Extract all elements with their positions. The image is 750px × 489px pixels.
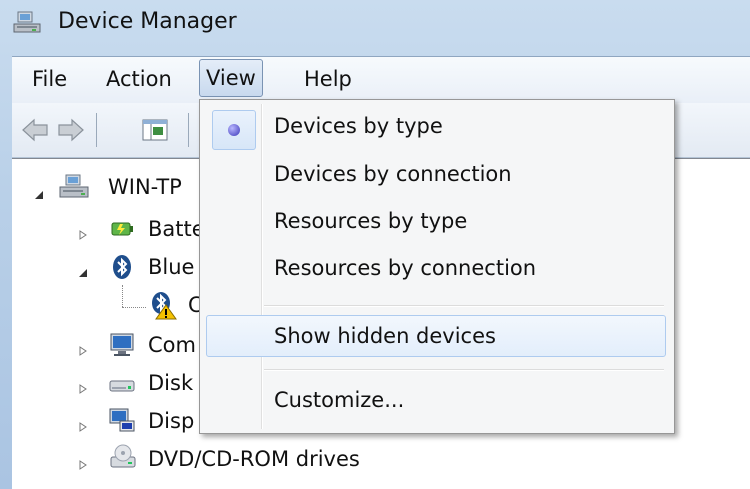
menu-item-label: Devices by connection	[274, 162, 512, 186]
expand-triangle-icon[interactable]	[78, 455, 88, 470]
tree-root-label: WIN-TP	[108, 175, 182, 199]
forward-arrow-icon[interactable]	[56, 115, 86, 145]
menu-item-devices-by-connection[interactable]: Devices by connection	[204, 154, 668, 194]
menu-item-resources-by-type[interactable]: Resources by type	[204, 201, 668, 241]
expand-triangle-icon[interactable]	[78, 379, 88, 394]
show-hide-console-tree-icon[interactable]	[140, 115, 170, 145]
tree-item-label: DVD/CD-ROM drives	[148, 447, 360, 471]
tree-item-label: Disp	[148, 409, 195, 433]
menu-bar: File Action View Help	[12, 56, 750, 103]
bluetooth-icon	[108, 253, 136, 281]
menu-item-customize[interactable]: Customize...	[204, 380, 668, 420]
menu-item-show-hidden-devices[interactable]: Show hidden devices	[206, 315, 666, 357]
expand-triangle-icon[interactable]	[78, 417, 88, 432]
device-manager-icon	[12, 10, 42, 36]
computer-icon	[108, 331, 136, 359]
display-adapter-icon	[108, 407, 136, 435]
disk-drive-icon	[108, 369, 136, 397]
computer-host-icon	[58, 173, 89, 201]
menu-view[interactable]: View	[199, 59, 263, 97]
title-bar[interactable]: Device Manager	[0, 0, 750, 46]
window-title: Device Manager	[58, 9, 237, 34]
view-dropdown-menu: Devices by type Devices by connection Re…	[199, 99, 675, 434]
menu-item-resources-by-connection[interactable]: Resources by connection	[204, 248, 668, 288]
toolbar-separator	[188, 113, 189, 147]
dvd-drive-icon	[108, 443, 136, 471]
back-arrow-icon[interactable]	[20, 115, 50, 145]
tree-item-label: Batte	[148, 217, 205, 241]
menu-help[interactable]: Help	[298, 63, 358, 95]
menu-item-devices-by-type[interactable]: Devices by type	[204, 106, 668, 150]
radio-bullet-icon	[228, 124, 240, 136]
battery-icon	[108, 215, 136, 243]
selected-radio-indicator	[212, 110, 256, 150]
collapse-triangle-icon[interactable]	[78, 263, 88, 277]
menu-item-label: Resources by connection	[274, 256, 537, 280]
menu-separator	[264, 369, 664, 371]
menu-item-label: Devices by type	[274, 114, 443, 138]
menu-separator	[264, 305, 664, 307]
menu-action[interactable]: Action	[100, 63, 178, 95]
menu-file[interactable]: File	[26, 63, 73, 95]
tree-item-label: Disk	[148, 371, 194, 395]
tree-item-dvd-cd-rom-drives[interactable]: DVD/CD-ROM drives	[12, 441, 750, 477]
tree-connector-line	[122, 285, 124, 307]
menu-item-label: Customize...	[274, 388, 405, 412]
tree-item-label: Com	[148, 333, 196, 357]
bluetooth-warning-device-icon	[148, 291, 177, 320]
collapse-triangle-icon[interactable]	[34, 185, 44, 199]
toolbar-separator	[96, 113, 97, 147]
device-manager-window: Device Manager File Action View Help WIN…	[0, 0, 750, 489]
expand-triangle-icon[interactable]	[78, 341, 88, 356]
menu-item-label: Show hidden devices	[274, 324, 496, 348]
tree-item-label: Blue	[148, 255, 195, 279]
tree-connector-line	[122, 307, 146, 309]
menu-item-label: Resources by type	[274, 209, 468, 233]
expand-triangle-icon[interactable]	[78, 225, 88, 240]
